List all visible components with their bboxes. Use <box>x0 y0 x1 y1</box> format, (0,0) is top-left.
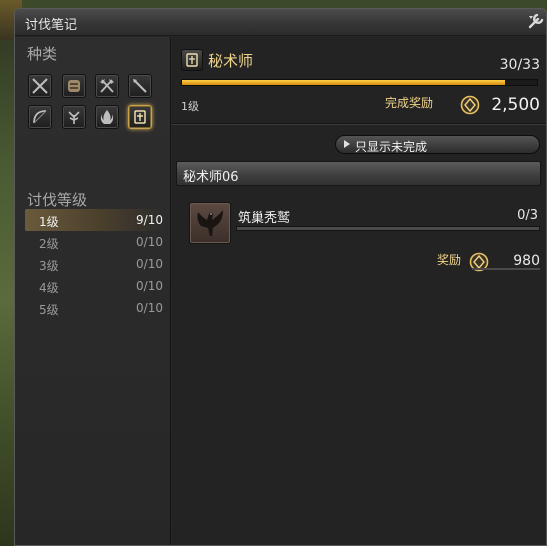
mob-reward-value: 980 <box>513 253 540 269</box>
level-name: 5级 <box>39 303 59 317</box>
hunting-log-window: 讨伐笔记 种类 讨伐等级 1级 9/10 2级 0/10 3级 0/10 4级 … <box>14 8 547 546</box>
crossed-axes-icon <box>100 79 114 93</box>
category-heading: 种类 <box>27 45 58 63</box>
class-pugilist-button[interactable] <box>62 74 86 98</box>
arcanist-book-icon <box>186 53 198 67</box>
lance-icon <box>133 79 147 93</box>
level-name: 1级 <box>39 215 59 229</box>
class-title: 秘术师 <box>208 52 254 70</box>
level-item-1[interactable]: 1级 9/10 <box>25 209 165 231</box>
mob-reward-label: 奖励 <box>437 253 462 267</box>
class-progress-fill <box>182 80 506 85</box>
level-count: 0/10 <box>136 235 163 249</box>
level-name: 3级 <box>39 259 59 273</box>
window-title: 讨伐笔记 <box>25 18 78 33</box>
flame-icon <box>100 110 114 124</box>
hunting-level-heading: 讨伐等级 <box>27 191 88 209</box>
arcanist-book-icon <box>134 110 146 124</box>
level-count: 9/10 <box>136 213 163 227</box>
header-divider <box>172 123 546 125</box>
left-panel: 种类 讨伐等级 1级 9/10 2级 0/10 3级 0/10 4级 0/10 … <box>15 37 171 545</box>
completion-reward-label: 完成奖励 <box>385 96 434 110</box>
class-progress-count: 30/33 <box>499 57 540 73</box>
mob-name: 筑巢秃鹫 <box>238 211 291 226</box>
class-lancer-button[interactable] <box>128 74 152 98</box>
scroll-icon <box>68 80 80 92</box>
bow-icon <box>33 110 47 124</box>
right-panel: 秘术师 30/33 1级 完成奖励 2,500 只显示未完成 秘术师06 筑巢秃… <box>172 37 546 545</box>
incomplete-only-toggle[interactable]: 只显示未完成 <box>335 135 540 154</box>
level-count: 0/10 <box>136 279 163 293</box>
level-count: 0/10 <box>136 301 163 315</box>
class-conjurer-button[interactable] <box>62 105 86 129</box>
settings-wrench-icon[interactable] <box>526 11 546 31</box>
completion-reward-value: 2,500 <box>491 95 540 115</box>
level-item-3[interactable]: 3级 0/10 <box>25 253 165 275</box>
tree-icon <box>68 111 80 124</box>
group-label: 秘术师06 <box>183 170 239 185</box>
rank-label: 1级 <box>181 100 199 113</box>
crossed-swords-icon <box>32 78 48 94</box>
vulture-icon <box>197 210 223 236</box>
level-name: 4级 <box>39 281 59 295</box>
class-arcanist-button[interactable] <box>128 105 152 129</box>
level-item-2[interactable]: 2级 0/10 <box>25 231 165 253</box>
class-marauder-button[interactable] <box>95 74 119 98</box>
class-badge <box>181 49 203 71</box>
title-bar[interactable]: 讨伐笔记 <box>15 9 546 36</box>
level-item-5[interactable]: 5级 0/10 <box>25 297 165 319</box>
level-name: 2级 <box>39 237 59 251</box>
play-arrow-icon <box>344 140 350 148</box>
class-gladiator-button[interactable] <box>28 74 52 98</box>
mob-kill-count: 0/3 <box>517 208 538 223</box>
level-list: 1级 9/10 2级 0/10 3级 0/10 4级 0/10 5级 0/10 <box>25 209 165 319</box>
mob-portrait[interactable] <box>189 202 231 244</box>
level-count: 0/10 <box>136 257 163 271</box>
toggle-label: 只显示未完成 <box>355 140 428 154</box>
mob-progress-bar <box>236 226 540 231</box>
class-thaumaturge-button[interactable] <box>95 105 119 129</box>
level-item-4[interactable]: 4级 0/10 <box>25 275 165 297</box>
class-archer-button[interactable] <box>28 105 52 129</box>
class-progress-bar <box>181 79 538 86</box>
seal-icon <box>460 95 480 115</box>
group-header[interactable]: 秘术师06 <box>176 161 541 186</box>
